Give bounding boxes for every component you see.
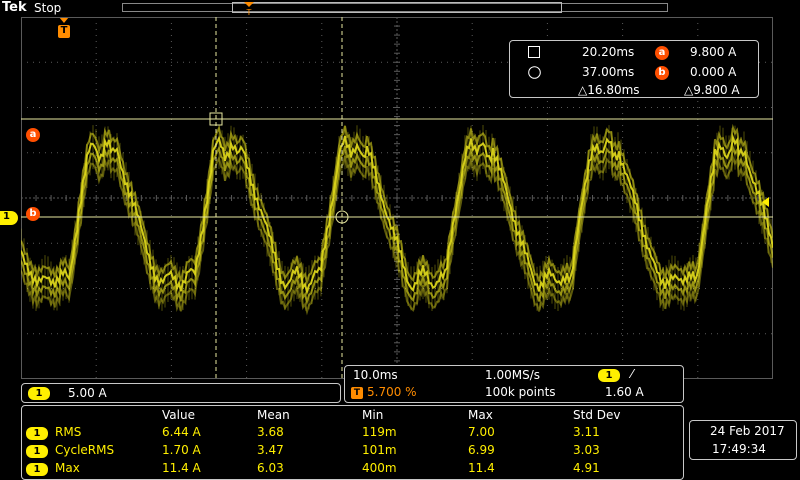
row-channel-badge: 1 [26, 427, 48, 440]
cursor-b-time: 37.00ms [582, 65, 635, 79]
cursor-readout: 20.20ms a 9.800 A 37.00ms b 0.000 A △16.… [509, 40, 759, 98]
measurement-min: 119m [362, 425, 397, 439]
measurement-max: 11.4 [468, 461, 495, 475]
channel-1-badge: 1 [28, 387, 50, 400]
trigger-level-marker[interactable] [760, 196, 770, 208]
measurement-std-dev: 4.91 [573, 461, 600, 475]
cursor-b-value: 0.000 A [690, 65, 737, 79]
measurement-name: RMS [55, 425, 82, 439]
measurement-std-dev: 3.11 [573, 425, 600, 439]
measurement-name: Max [55, 461, 80, 475]
measurement-value: 1.70 A [162, 443, 201, 457]
measurement-value: 11.4 A [162, 461, 201, 475]
record-view-window[interactable] [232, 2, 562, 13]
cursor-b-marker[interactable]: b [26, 201, 40, 221]
cursor-b-marker-label: b [26, 207, 40, 221]
channel-1-scale: 5.00 A [68, 386, 107, 400]
measurement-mean: 3.47 [257, 443, 284, 457]
brand-logo: Tek [2, 0, 27, 15]
col-header-value: Value [162, 408, 195, 422]
col-header-min: Min [362, 408, 384, 422]
record-length: 100k points [485, 385, 556, 399]
record-trigger-marker: T [244, 2, 254, 16]
timebase-trigger-readout[interactable]: 10.0ms 1.00MS/s 1 ⁄ T 5.700 % 100k point… [344, 365, 684, 403]
cursor-b-icon: b [655, 66, 669, 80]
measurement-min: 101m [362, 443, 397, 457]
measurement-value: 6.44 A [162, 425, 201, 439]
col-header-max: Max [468, 408, 493, 422]
cursor-delta-time: △16.80ms [578, 83, 640, 97]
measurement-min: 400m [362, 461, 397, 475]
cursor-a-square-icon [528, 46, 540, 58]
col-header-mean: Mean [257, 408, 290, 422]
cursor-a-marker[interactable]: a [26, 122, 40, 142]
time-per-division: 10.0ms [353, 368, 398, 382]
channel-1-offset-marker[interactable]: 1 [0, 211, 18, 225]
trigger-channel-badge: 1 [598, 369, 620, 382]
cursor-a-time: 20.20ms [582, 45, 635, 59]
measurement-mean: 3.68 [257, 425, 284, 439]
measurement-table[interactable]: Value Mean Min Max Std Dev 1 RMS 6.44 A … [21, 405, 684, 480]
trigger-slope-icon: ⁄ [631, 367, 634, 381]
cursor-a-icon: a [655, 46, 669, 60]
trigger-position-percent: 5.700 % [367, 385, 417, 399]
acquisition-status: Stop [34, 1, 62, 15]
svg-text:T: T [246, 8, 252, 16]
col-header-std-dev: Std Dev [573, 408, 621, 422]
top-bar: Tek Stop T [0, 0, 800, 16]
trigger-position-icon-small: T [351, 387, 363, 399]
row-channel-badge: 1 [26, 463, 48, 476]
trigger-level: 1.60 A [605, 385, 644, 399]
channel-1-scale-readout[interactable]: 1 5.00 A [21, 383, 341, 403]
sample-rate: 1.00MS/s [485, 368, 540, 382]
cursor-a-marker-label: a [26, 128, 40, 142]
measurement-std-dev: 3.03 [573, 443, 600, 457]
measurement-max: 7.00 [468, 425, 495, 439]
measurement-max: 6.99 [468, 443, 495, 457]
time: 17:49:34 [712, 442, 766, 456]
date-time-readout: 24 Feb 2017 17:49:34 [689, 420, 797, 460]
row-channel-badge: 1 [26, 445, 48, 458]
cursor-delta-value: △9.800 A [684, 83, 740, 97]
date: 24 Feb 2017 [710, 424, 785, 438]
cursor-a-value: 9.800 A [690, 45, 737, 59]
channel-1-marker-label: 1 [3, 211, 10, 222]
cursor-b-circle-icon [528, 66, 541, 79]
measurement-name: CycleRMS [55, 443, 115, 457]
measurement-mean: 6.03 [257, 461, 284, 475]
